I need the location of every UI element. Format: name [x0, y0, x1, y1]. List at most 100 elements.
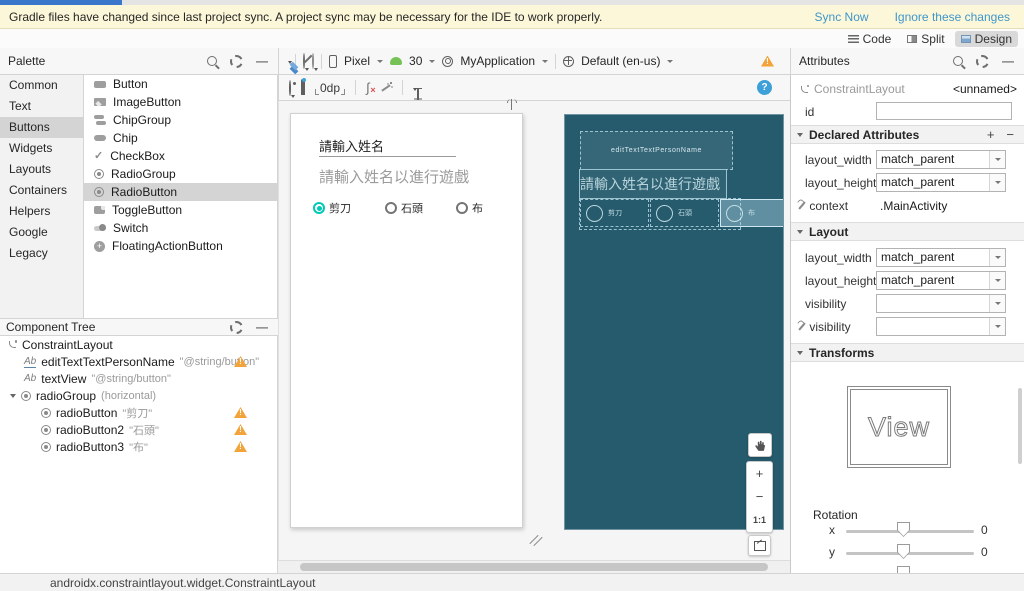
blueprint-textview[interactable]: 請輸入姓名以進行遊戲 [579, 169, 727, 199]
locale-selector[interactable]: Default (en-us) [581, 54, 660, 68]
attr-value-dropdown[interactable]: match_parent [876, 248, 1006, 267]
autoconnect-button[interactable] [301, 78, 305, 95]
warning-icon[interactable]: ! [234, 407, 247, 418]
api-level-selector[interactable]: 30 [409, 54, 422, 68]
zoom-in-button[interactable]: + [756, 467, 764, 480]
tree-node-radiobutton1[interactable]: radioButton "剪刀" ! [0, 404, 277, 421]
surface-divider-handle[interactable] [506, 99, 516, 111]
attr-value[interactable]: .MainActivity [880, 199, 947, 213]
expand-chevron-icon[interactable] [10, 393, 16, 398]
attr-value-dropdown[interactable]: match_parent [876, 173, 1006, 192]
slider-handle[interactable] [897, 566, 910, 573]
warning-icon[interactable]: ! [234, 441, 247, 452]
dropdown-button[interactable] [989, 318, 1005, 335]
dropdown-button[interactable] [989, 174, 1005, 191]
canvas-hscrollbar[interactable] [278, 560, 790, 573]
orientation-button[interactable] [303, 53, 309, 71]
remove-attribute-button[interactable]: − [1006, 127, 1014, 142]
pan-button[interactable] [748, 433, 772, 457]
blueprint-radio-rock[interactable]: 石頭 [650, 199, 719, 227]
gear-icon[interactable] [230, 320, 243, 334]
blueprint-radio-scissors[interactable]: 剪刀 [580, 199, 649, 227]
canvas-edittext[interactable]: 請輸入姓名 [319, 136, 384, 155]
palette-item-checkbox[interactable]: ✓ CheckBox [84, 147, 277, 165]
category-buttons[interactable]: Buttons [0, 117, 83, 138]
blueprint-radio-paper-selected[interactable]: 布 [720, 199, 783, 227]
default-margin-button[interactable]: 0dp [315, 81, 346, 95]
tree-node-constraintlayout[interactable]: ConstraintLayout [0, 336, 277, 353]
palette-item-radiogroup[interactable]: RadioGroup [84, 165, 277, 183]
attr-value-dropdown[interactable] [876, 294, 1006, 313]
dropdown-button[interactable] [989, 295, 1005, 312]
slider-handle[interactable] [897, 544, 910, 559]
palette-item-chipgroup[interactable]: ChipGroup [84, 111, 277, 129]
canvas-textview[interactable]: 請輸入姓名以進行遊戲 [319, 166, 469, 187]
blueprint-radio-group[interactable]: 剪刀 石頭 布 [579, 198, 783, 230]
category-widgets[interactable]: Widgets [0, 138, 83, 159]
attr-value-dropdown[interactable]: match_parent [876, 271, 1006, 290]
search-icon[interactable] [953, 56, 963, 66]
dropdown-button[interactable] [989, 151, 1005, 168]
category-common[interactable]: Common [0, 75, 83, 96]
palette-item-switch[interactable]: Switch [84, 219, 277, 237]
help-icon[interactable]: ? [757, 80, 772, 95]
category-legacy[interactable]: Legacy [0, 243, 83, 264]
palette-item-fab[interactable]: + FloatingActionButton [84, 237, 277, 255]
category-containers[interactable]: Containers [0, 180, 83, 201]
tree-node-edittext[interactable]: Ab editTextTextPersonName "@string/butto… [0, 353, 277, 370]
transforms-section[interactable]: Transforms [791, 343, 1024, 362]
tree-node-radiogroup[interactable]: radioGroup (horizontal) [0, 387, 277, 404]
night-mode-button[interactable] [312, 53, 318, 71]
minimize-icon[interactable]: — [256, 321, 268, 333]
minimize-icon[interactable]: — [1002, 55, 1014, 67]
dropdown-button[interactable] [989, 249, 1005, 266]
tab-code[interactable]: Code [842, 31, 898, 47]
tree-node-textview[interactable]: Ab textView "@string/button" [0, 370, 277, 387]
device-selector[interactable]: Pixel [344, 54, 370, 68]
tab-split[interactable]: Split [901, 31, 950, 47]
palette-item-chip[interactable]: Chip [84, 129, 277, 147]
canvas-resize-handle[interactable] [528, 534, 542, 546]
tab-design[interactable]: Design [954, 30, 1018, 47]
sync-now-link[interactable]: Sync Now [815, 10, 869, 24]
zoom-out-button[interactable]: − [756, 490, 764, 503]
gear-icon[interactable] [230, 54, 243, 68]
category-layouts[interactable]: Layouts [0, 159, 83, 180]
slider-handle[interactable] [897, 522, 910, 537]
dropdown-button[interactable] [989, 272, 1005, 289]
tree-node-radiobutton3[interactable]: radioButton3 "布" ! [0, 438, 277, 455]
slider-track[interactable] [846, 530, 974, 533]
zoom-100-button[interactable]: 1:1 [753, 514, 766, 527]
attr-value-dropdown[interactable] [876, 317, 1006, 336]
warning-icon[interactable]: ! [761, 55, 774, 67]
layout-section[interactable]: Layout [791, 222, 1024, 241]
minimize-icon[interactable]: — [256, 55, 268, 67]
category-helpers[interactable]: Helpers [0, 201, 83, 222]
category-google[interactable]: Google [0, 222, 83, 243]
attributes-vscrollbar[interactable] [1018, 388, 1022, 464]
canvas-radio-scissors[interactable]: 剪刀 [313, 200, 351, 216]
scrollbar-thumb[interactable] [300, 563, 768, 571]
palette-item-imagebutton[interactable]: ImageButton [84, 93, 277, 111]
category-text[interactable]: Text [0, 96, 83, 117]
search-icon[interactable] [207, 56, 217, 66]
blueprint-edittext[interactable]: editTextTextPersonName [580, 131, 733, 170]
attr-value-dropdown[interactable]: match_parent [876, 150, 1006, 169]
palette-item-togglebutton[interactable]: ToggleButton [84, 201, 277, 219]
gear-icon[interactable] [976, 54, 989, 68]
add-attribute-button[interactable]: + [987, 127, 995, 142]
declared-attributes-section[interactable]: Declared Attributes + − [791, 125, 1024, 144]
warning-icon[interactable]: ! [234, 424, 247, 435]
canvas-radio-rock[interactable]: 石頭 [385, 200, 423, 216]
palette-item-button[interactable]: Button [84, 75, 277, 93]
infer-constraints-icon[interactable] [380, 81, 392, 94]
zoom-to-fit-button[interactable] [748, 535, 771, 556]
id-field[interactable] [876, 102, 1012, 120]
palette-item-radiobutton[interactable]: RadioButton [84, 183, 277, 201]
view-options-button[interactable] [289, 79, 295, 98]
slider-track[interactable] [846, 552, 974, 555]
design-view-canvas[interactable]: 請輸入姓名 請輸入姓名以進行遊戲 剪刀 石頭 布 [290, 113, 523, 528]
ignore-changes-link[interactable]: Ignore these changes [895, 10, 1010, 24]
tree-node-radiobutton2[interactable]: radioButton2 "石頭" ! [0, 421, 277, 438]
module-selector[interactable]: MyApplication [460, 54, 535, 68]
